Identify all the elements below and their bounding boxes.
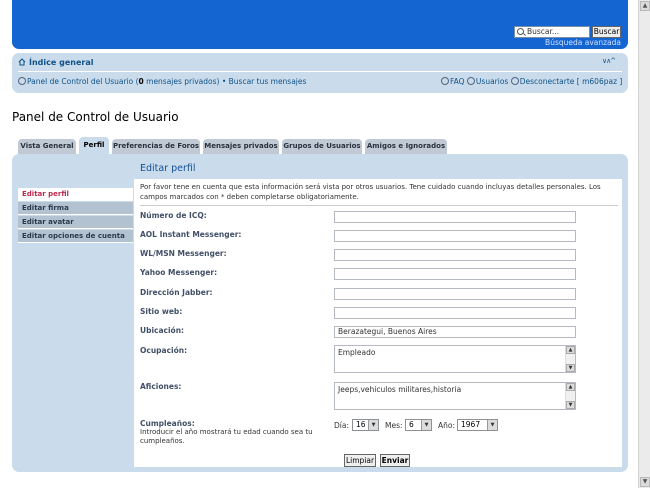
scroll-up-icon[interactable]: ▲ [566, 346, 575, 354]
yahoo-field[interactable] [334, 268, 576, 280]
year-label: Año: [438, 421, 455, 430]
aim-label: AOL Instant Messenger: [140, 230, 242, 239]
tab-preferencias-foros[interactable]: Preferencias de Foros [112, 139, 200, 154]
page-title: Panel de Control de Usuario [12, 110, 179, 124]
tab-mensajes-privados[interactable]: Mensajes privados [203, 139, 279, 154]
interests-textarea[interactable]: Jeeps,vehiculos militares,historia ▲ ▼ [334, 382, 576, 410]
advanced-search-link[interactable]: Búsqueda avanzada [520, 38, 621, 47]
private-suffix: mensajes privados) [143, 77, 220, 86]
interests-scrollbar[interactable]: ▲ ▼ [565, 383, 575, 409]
logout-icon [510, 77, 519, 85]
day-value: 16 [356, 420, 366, 429]
scroll-down-icon[interactable]: ▼ [640, 477, 650, 487]
day-select[interactable]: 16 ▼ [352, 419, 379, 431]
navbar-right-links: FAQ Usuarios Desconectarte [ m606paz ] [441, 77, 622, 86]
icq-field[interactable] [334, 211, 576, 223]
month-select[interactable]: 6 ▼ [405, 419, 432, 431]
form-intro: Por favor tene en cuenta que esta inform… [140, 183, 601, 201]
tab-grupos-usuarios[interactable]: Grupos de Usuarios [282, 139, 362, 154]
jabber-label: Dirección Jabber: [140, 288, 213, 297]
occupation-label: Ocupación: [140, 346, 188, 355]
msn-field[interactable] [334, 249, 576, 261]
chevron-down-icon[interactable]: ▼ [368, 420, 378, 430]
sidebar-item-editar-firma[interactable]: Editar firma [18, 202, 133, 215]
birthday-help: Introducir el año mostrará tu edad cuand… [140, 428, 313, 445]
tab-amigos-ignorados[interactable]: Amigos e Ignorados [365, 139, 447, 154]
users-icon [466, 77, 475, 85]
icq-label: Número de ICQ: [140, 211, 207, 220]
search-placeholder: Buscar... [527, 27, 560, 36]
year-value: 1967 [461, 420, 481, 429]
sidebar-item-editar-avatar[interactable]: Editar avatar [18, 216, 133, 229]
month-value: 6 [409, 420, 414, 429]
ucp-link[interactable]: Panel de Control del Usuario ( [27, 77, 139, 86]
logout-link[interactable]: Desconectarte [ m606paz ] [520, 77, 623, 86]
interests-label: Aficiones: [140, 382, 182, 391]
website-field[interactable] [334, 307, 576, 319]
faq-link[interactable]: FAQ [450, 77, 465, 86]
chevron-down-icon[interactable]: ▼ [487, 420, 497, 430]
birthday-label: Cumpleaños: [140, 419, 195, 428]
search-posts-link[interactable]: Buscar tus mensajes [229, 77, 307, 86]
month-label: Mes: [385, 421, 403, 430]
navbar [12, 53, 628, 93]
scroll-up-icon[interactable]: ▲ [640, 1, 650, 11]
font-size-icon[interactable]: ∨∧^ [602, 57, 616, 65]
tab-vista-general[interactable]: Vista General [18, 139, 76, 154]
location-label: Ubicación: [140, 326, 185, 335]
ucp-nav-line: Panel de Control del Usuario (0 mensajes… [18, 77, 306, 86]
interests-value: Jeeps,vehiculos militares,historia [338, 385, 462, 394]
nav-separator: • [219, 77, 229, 86]
msn-label: WL/MSN Messenger: [140, 249, 227, 258]
occupation-scrollbar[interactable]: ▲ ▼ [565, 346, 575, 372]
occupation-value: Empleado [338, 348, 376, 357]
user-icon [18, 77, 26, 85]
search-icon [517, 28, 524, 35]
sidebar-item-editar-opciones[interactable]: Editar opciones de cuenta [18, 230, 133, 243]
page-scrollbar[interactable]: ▲ ▼ [638, 0, 650, 488]
scroll-down-icon[interactable]: ▼ [566, 401, 575, 409]
tab-perfil[interactable]: Perfil [79, 137, 109, 154]
search-button[interactable]: Buscar [592, 26, 621, 38]
chevron-down-icon[interactable]: ▼ [421, 420, 431, 430]
sidebar-item-editar-perfil[interactable]: Editar perfil [18, 188, 133, 201]
website-label: Sitio web: [140, 307, 183, 316]
reset-button[interactable]: Limpiar [344, 454, 376, 467]
yahoo-label: Yahoo Messenger: [140, 268, 218, 277]
faq-icon [441, 77, 449, 85]
jabber-field[interactable] [334, 288, 576, 300]
aim-field[interactable] [334, 230, 576, 242]
form-title: Editar perfil [140, 163, 196, 174]
users-link[interactable]: Usuarios [476, 77, 508, 86]
day-label: Día: [334, 421, 349, 430]
occupation-textarea[interactable]: Empleado ▲ ▼ [334, 345, 576, 373]
search-input[interactable]: Buscar... [514, 26, 590, 38]
home-icon [18, 58, 26, 66]
year-select[interactable]: 1967 ▼ [457, 419, 498, 431]
location-field[interactable]: Berazategui, Buenos Aires [334, 326, 576, 338]
index-link[interactable]: Índice general [29, 58, 93, 67]
submit-button[interactable]: Enviar [380, 454, 410, 467]
navbar-divider [18, 71, 622, 72]
scroll-up-icon[interactable]: ▲ [566, 383, 575, 391]
scroll-down-icon[interactable]: ▼ [566, 364, 575, 372]
form-divider [140, 205, 618, 206]
